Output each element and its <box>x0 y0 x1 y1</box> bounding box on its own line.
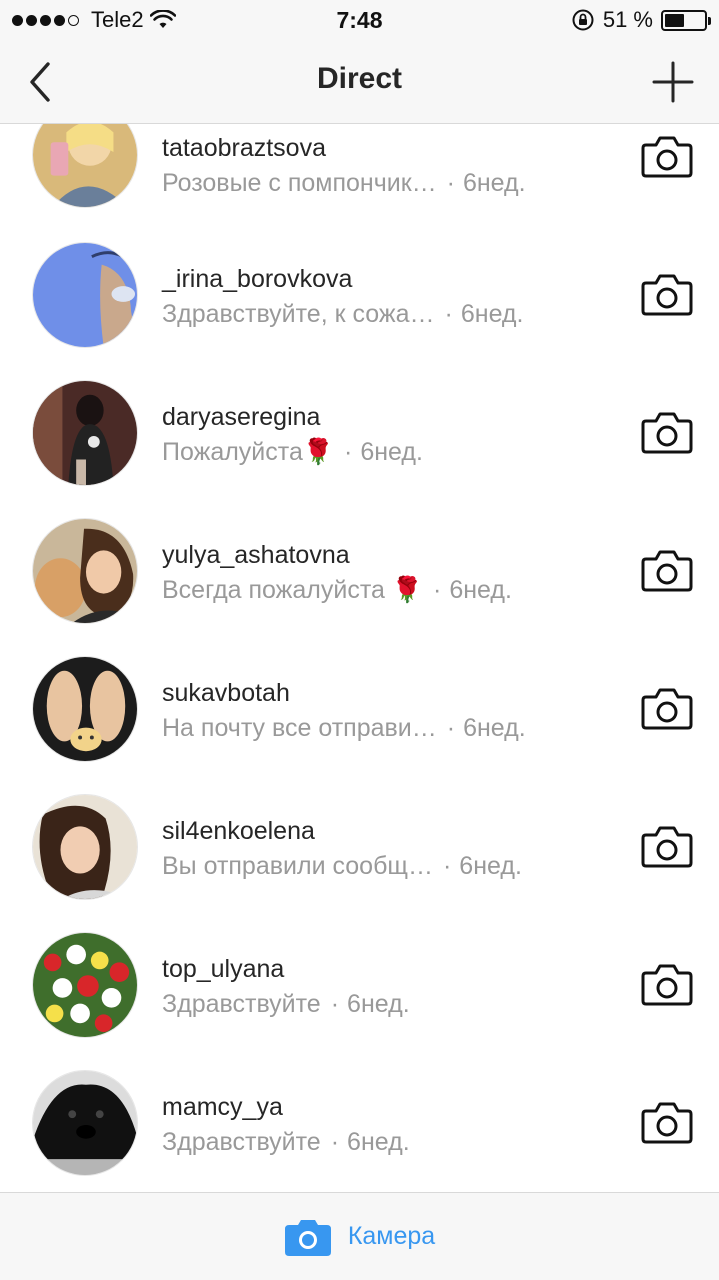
thread-row[interactable]: _irina_borovkova Здравствуйте, к сожа… ·… <box>0 227 719 365</box>
camera-icon <box>641 136 693 178</box>
camera-button[interactable] <box>640 273 694 317</box>
battery-percent: 51 % <box>602 7 653 32</box>
avatar <box>32 242 138 348</box>
thread-list: tataobraztsova Розовые с помпончик… · 6н… <box>0 124 719 1192</box>
separator-dot: · <box>330 990 340 1018</box>
thread-preview: Здравствуйте, к сожа… · 6нед. <box>162 300 523 329</box>
status-bar: Tele2 7:48 51 % <box>0 0 719 40</box>
camera-button[interactable] <box>640 687 694 731</box>
thread-preview: Вы отправили сообщ… · 6нед. <box>162 852 522 881</box>
camera-button[interactable] <box>640 411 694 455</box>
rotation-lock-icon <box>572 9 594 31</box>
camera-label: Камера <box>347 1222 436 1250</box>
new-message-button[interactable] <box>651 60 695 104</box>
thread-username: sukavbotah <box>162 679 290 707</box>
thread-preview: Всегда пожалуйста 🌹 · 6нед. <box>162 576 512 605</box>
page-title: Direct <box>316 62 403 95</box>
thread-username: yulya_ashatovna <box>162 541 350 569</box>
battery-icon <box>661 9 711 31</box>
thread-time: 6нед. <box>459 852 522 880</box>
avatar <box>32 380 138 486</box>
camera-tab-button[interactable]: Камера <box>0 1192 719 1280</box>
thread-time: 6нед. <box>463 714 526 742</box>
thread-message: Пожалуйста🌹 <box>162 438 334 466</box>
avatar <box>32 794 138 900</box>
thread-message: Розовые с помпончик… <box>162 169 437 197</box>
separator-dot: · <box>446 169 455 197</box>
camera-button[interactable] <box>640 963 694 1007</box>
separator-dot: · <box>330 1128 340 1156</box>
thread-username: tataobraztsova <box>162 134 326 162</box>
camera-icon <box>641 964 693 1006</box>
thread-message: На почту все отправи… <box>162 714 437 742</box>
plus-icon <box>652 61 694 103</box>
thread-username: mamcy_ya <box>162 1093 283 1121</box>
signal-strength-icon <box>12 14 79 26</box>
thread-row[interactable]: sil4enkoelena Вы отправили сообщ… · 6нед… <box>0 779 719 917</box>
thread-row[interactable]: yulya_ashatovna Всегда пожалуйста 🌹 · 6н… <box>0 503 719 641</box>
thread-preview: На почту все отправи… · 6нед. <box>162 714 526 743</box>
thread-row[interactable]: daryaseregina Пожалуйста🌹 · 6нед. <box>0 365 719 503</box>
camera-icon <box>641 688 693 730</box>
thread-message: Вы отправили сообщ… <box>162 852 433 880</box>
camera-icon <box>641 550 693 592</box>
thread-preview: Розовые с помпончик… · 6нед. <box>162 169 526 198</box>
camera-button[interactable] <box>640 135 694 179</box>
avatar <box>32 124 138 208</box>
avatar <box>32 518 138 624</box>
avatar <box>32 1070 138 1176</box>
avatar <box>32 932 138 1038</box>
carrier-name: Tele2 <box>91 7 144 32</box>
status-right: 51 % <box>571 7 711 33</box>
separator-dot: · <box>343 438 353 466</box>
thread-row[interactable]: top_ulyana Здравствуйте · 6нед. <box>0 917 719 1055</box>
camera-button[interactable] <box>640 549 694 593</box>
thread-username: daryaseregina <box>162 403 321 431</box>
status-left: Tele2 <box>12 7 176 33</box>
thread-time: 6нед. <box>347 1128 410 1156</box>
clock: 7:48 <box>336 6 383 33</box>
separator-dot: · <box>433 576 442 604</box>
camera-icon <box>641 412 693 454</box>
thread-preview: Здравствуйте · 6нед. <box>162 990 410 1019</box>
thread-time: 6нед. <box>460 300 524 328</box>
thread-time: 6нед. <box>449 576 512 604</box>
camera-button[interactable] <box>640 825 694 869</box>
thread-time: 6нед. <box>462 169 526 197</box>
thread-username: sil4enkoelena <box>162 817 315 845</box>
separator-dot: · <box>446 714 456 742</box>
separator-dot: · <box>442 852 452 880</box>
thread-time: 6нед. <box>347 990 410 1018</box>
avatar <box>32 656 138 762</box>
thread-message: Здравствуйте <box>162 990 321 1018</box>
navigation-bar: Direct <box>0 40 719 124</box>
camera-icon <box>641 1102 693 1144</box>
camera-icon <box>641 826 693 868</box>
direct-screen: Tele2 7:48 51 % Direct tataobraztsova Ро… <box>0 0 719 1280</box>
battery-fill <box>665 13 685 27</box>
thread-username: top_ulyana <box>162 955 285 983</box>
camera-icon <box>641 274 693 316</box>
thread-preview: Пожалуйста🌹 · 6нед. <box>162 438 423 467</box>
thread-row[interactable]: mamcy_ya Здравствуйте · 6нед. <box>0 1055 719 1192</box>
thread-time: 6нед. <box>360 438 423 466</box>
thread-message: Всегда пожалуйста 🌹 <box>162 576 423 604</box>
wifi-icon <box>149 10 176 28</box>
thread-row[interactable]: sukavbotah На почту все отправи… · 6нед. <box>0 641 719 779</box>
thread-preview: Здравствуйте · 6нед. <box>162 1128 410 1157</box>
separator-dot: · <box>444 300 453 328</box>
thread-message: Здравствуйте, к сожа… <box>162 300 435 328</box>
camera-icon <box>284 1219 331 1256</box>
thread-username: _irina_borovkova <box>162 265 353 293</box>
thread-message: Здравствуйте <box>162 1128 321 1156</box>
camera-button[interactable] <box>640 1101 694 1145</box>
thread-row[interactable]: tataobraztsova Розовые с помпончик… · 6н… <box>0 124 719 208</box>
